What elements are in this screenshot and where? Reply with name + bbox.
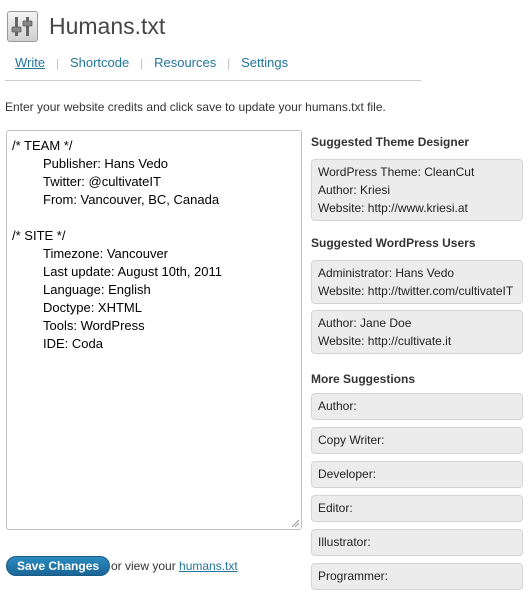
theme-designer-suggestion[interactable]: WordPress Theme: CleanCut Author: Kriesi…	[311, 159, 523, 221]
suggestion-line: Author: Kriesi	[318, 183, 391, 197]
editor-line: From: Vancouver, BC, Canada	[43, 192, 220, 207]
suggestion-illustrator[interactable]: Illustrator:	[311, 529, 523, 556]
editor-line: Twitter: @cultivateIT	[43, 174, 161, 189]
editor-line: /* TEAM */	[12, 138, 73, 153]
suggestion-developer[interactable]: Developer:	[311, 461, 523, 488]
editor-line: Tools: WordPress	[43, 318, 145, 333]
editor-line: /* SITE */	[12, 228, 66, 243]
suggestion-line: Administrator: Hans Vedo	[318, 266, 455, 280]
view-text: or view your	[111, 559, 176, 573]
editor-line: Publisher: Hans Vedo	[43, 156, 169, 171]
humans-txt-editor[interactable]: /* TEAM */ Publisher: Hans Vedo Twitter:…	[6, 130, 302, 530]
suggestions-panel: Suggested Theme Designer WordPress Theme…	[311, 135, 523, 590]
editor-line: Language: English	[43, 282, 151, 297]
suggestion-line: Website: http://twitter.com/cultivateIT	[318, 284, 514, 298]
plugin-nav: Write | Shortcode | Resources | Settings	[15, 55, 289, 70]
view-humans-txt: or view your humans.txt	[111, 559, 238, 573]
editor-line: Timezone: Vancouver	[43, 246, 169, 261]
more-suggestions-heading: More Suggestions	[311, 372, 416, 386]
suggestion-copy-writer[interactable]: Copy Writer:	[311, 427, 523, 454]
suggestion-editor[interactable]: Editor:	[311, 495, 523, 522]
tab-shortcode[interactable]: Shortcode	[70, 55, 129, 70]
wp-user-suggestion[interactable]: Author: Jane Doe Website: http://cultiva…	[311, 310, 523, 354]
editor-blank-line	[12, 209, 296, 227]
wp-users-heading: Suggested WordPress Users	[311, 236, 476, 250]
theme-designer-heading: Suggested Theme Designer	[311, 135, 470, 149]
tab-write[interactable]: Write	[15, 55, 45, 70]
suggestion-line: WordPress Theme: CleanCut	[318, 165, 475, 179]
intro-text: Enter your website credits and click sav…	[5, 100, 386, 114]
suggestion-line: Website: http://cultivate.it	[318, 334, 452, 348]
editor-line: IDE: Coda	[43, 336, 103, 351]
nav-divider	[5, 80, 421, 81]
sliders-icon	[7, 11, 38, 42]
editor-line: Doctype: XHTML	[43, 300, 142, 315]
suggestion-programmer[interactable]: Programmer:	[311, 563, 523, 590]
editor-line: Last update: August 10th, 2011	[43, 264, 223, 279]
tab-settings[interactable]: Settings	[241, 55, 288, 70]
suggestion-line: Author: Jane Doe	[318, 316, 412, 330]
resize-grip-icon[interactable]	[290, 518, 300, 528]
humans-txt-link[interactable]: humans.txt	[179, 559, 238, 573]
suggestion-line: Website: http://www.kriesi.at	[318, 201, 468, 215]
suggestion-author[interactable]: Author:	[311, 393, 523, 420]
page-title: Humans.txt	[49, 13, 166, 39]
wp-user-suggestion[interactable]: Administrator: Hans Vedo Website: http:/…	[311, 260, 523, 304]
tab-resources[interactable]: Resources	[154, 55, 216, 70]
save-changes-button[interactable]: Save Changes	[6, 556, 111, 576]
